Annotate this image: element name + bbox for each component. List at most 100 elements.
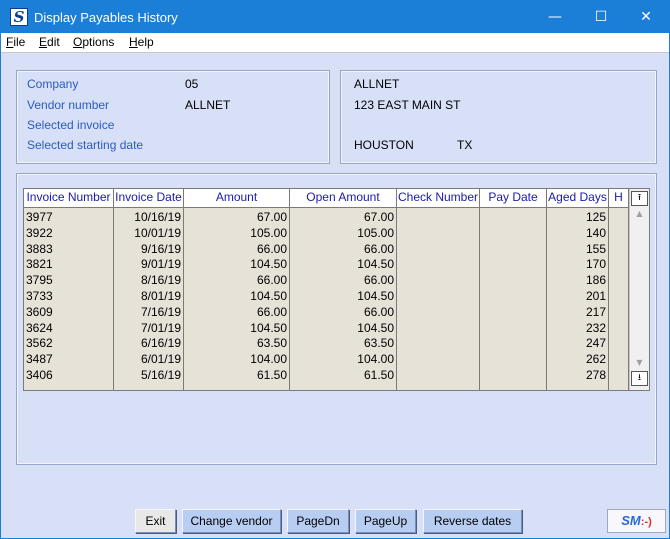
cell-pay-date [480, 209, 547, 225]
cell-check-number [397, 256, 480, 272]
cell-pay-date [480, 256, 547, 272]
cell-amount: 66.00 [256, 241, 287, 256]
cell-invoice-number: 3883 [26, 241, 53, 256]
cell-invoice-number: 3487 [26, 352, 53, 367]
table-header: Invoice Number Invoice Date Amount Open … [24, 189, 629, 208]
cell-invoice-date: 5/16/19 [140, 368, 181, 382]
cell-amount: 63.50 [256, 336, 287, 351]
table-row[interactable]: 3733 8/01/19 104.50 104.50 201 [24, 288, 629, 304]
table-row[interactable]: 3562 6/16/19 63.50 63.50 247 [24, 335, 629, 351]
menu-file[interactable]: File [6, 35, 25, 49]
scroll-up-icon[interactable]: ▲ [631, 206, 648, 221]
cell-aged-days: 170 [585, 257, 606, 272]
cell-amount: 66.00 [256, 304, 287, 319]
table-row[interactable]: 3977 10/16/19 67.00 67.00 125 [24, 209, 629, 225]
cell-invoice-number: 3795 [26, 273, 53, 288]
col-header-invoice-number[interactable]: Invoice Number [24, 189, 114, 208]
cell-pay-date [480, 335, 547, 351]
col-header-check-number[interactable]: Check Number [397, 189, 480, 208]
cell-open-amount: 66.00 [363, 273, 394, 288]
cell-check-number [397, 272, 480, 288]
cell-invoice-date: 6/16/19 [140, 336, 181, 351]
company-label: Company [27, 77, 79, 91]
table-body: 3977 10/16/19 67.00 67.00 125 3922 10/01/19 105… [24, 208, 629, 390]
cell-invoice-date: 9/01/19 [140, 257, 181, 272]
col-header-open-amount[interactable]: Open Amount [290, 189, 397, 208]
cell-pay-date [480, 288, 547, 304]
cell-pay-date [480, 304, 547, 320]
cell-pay-date [480, 272, 547, 288]
table-row[interactable]: 3609 7/16/19 66.00 66.00 217 [24, 304, 629, 320]
cell-check-number [397, 304, 480, 320]
cell-h [609, 225, 629, 241]
cell-open-amount: 104.00 [357, 352, 394, 367]
cell-open-amount: 63.50 [363, 336, 394, 351]
table-scrollbar[interactable]: ⭱ ▲ ▼ ⭳ [629, 189, 649, 390]
menu-options[interactable]: Options [73, 35, 114, 49]
cell-amount: 104.50 [250, 289, 287, 303]
cell-check-number [397, 335, 480, 351]
reverse-dates-button[interactable]: Reverse dates [423, 509, 522, 533]
cell-pay-date [480, 351, 547, 367]
close-button[interactable]: ✕ [623, 1, 669, 33]
menu-help[interactable]: Help [129, 35, 154, 49]
table-row[interactable]: 3406 5/16/19 61.50 61.50 278 [24, 367, 629, 383]
page-up-button[interactable]: PageUp [355, 509, 416, 533]
payables-history-table: Invoice Number Invoice Date Amount Open … [23, 188, 650, 391]
cell-invoice-number: 3609 [26, 304, 53, 319]
cell-invoice-number: 3821 [26, 257, 53, 272]
cell-check-number [397, 351, 480, 367]
cell-check-number [397, 288, 480, 304]
table-row[interactable]: 3883 9/16/19 66.00 66.00 155 [24, 241, 629, 257]
vendor-number-label: Vendor number [27, 98, 110, 112]
table-row[interactable]: 3922 10/01/19 105.00 105.00 140 [24, 225, 629, 241]
maximize-button[interactable]: ☐ [578, 1, 624, 33]
cell-open-amount: 67.00 [363, 210, 394, 224]
scroll-to-top-icon[interactable]: ⭱ [631, 191, 648, 206]
cell-h [609, 320, 629, 336]
cell-invoice-number: 3624 [26, 320, 53, 335]
cell-invoice-date: 6/01/19 [140, 352, 181, 367]
col-header-h[interactable]: H [609, 189, 629, 208]
cell-amount: 105.00 [250, 225, 287, 240]
window-title: Display Payables History [34, 10, 178, 25]
cell-check-number [397, 225, 480, 241]
title-bar[interactable]: S Display Payables History — ☐ ✕ [1, 1, 669, 33]
col-header-invoice-date[interactable]: Invoice Date [114, 189, 184, 208]
cell-aged-days: 125 [585, 210, 606, 224]
cell-open-amount: 66.00 [363, 304, 394, 319]
selection-info-panel: Company 05 Vendor number ALLNET Selected… [16, 70, 330, 164]
table-row[interactable]: 3795 8/16/19 66.00 66.00 186 [24, 272, 629, 288]
table-row[interactable]: 3624 7/01/19 104.50 104.50 232 [24, 320, 629, 336]
sm-logo-button[interactable]: SM:-) [607, 509, 666, 533]
vendor-state: TX [457, 138, 473, 152]
scroll-to-bottom-icon[interactable]: ⭳ [631, 371, 648, 386]
exit-button[interactable]: Exit [135, 509, 176, 533]
cell-aged-days: 140 [585, 225, 606, 240]
change-vendor-button[interactable]: Change vendor [182, 509, 281, 533]
cell-aged-days: 155 [585, 241, 606, 256]
cell-open-amount: 104.50 [357, 289, 394, 303]
cell-h [609, 351, 629, 367]
cell-h [609, 288, 629, 304]
table-row[interactable]: 3821 9/01/19 104.50 104.50 170 [24, 256, 629, 272]
cell-amount: 104.50 [250, 320, 287, 335]
col-header-pay-date[interactable]: Pay Date [480, 189, 547, 208]
selected-invoice-label: Selected invoice [27, 118, 115, 132]
cell-invoice-date: 7/16/19 [140, 304, 181, 319]
cell-invoice-date: 9/16/19 [140, 241, 181, 256]
cell-open-amount: 104.50 [357, 257, 394, 272]
scroll-down-icon[interactable]: ▼ [631, 355, 648, 370]
table-row[interactable]: 3487 6/01/19 104.00 104.00 262 [24, 351, 629, 367]
cell-h [609, 272, 629, 288]
col-header-aged-days[interactable]: Aged Days [547, 189, 609, 208]
minimize-button[interactable]: — [532, 1, 578, 33]
payables-history-window: S Display Payables History — ☐ ✕ File Ed… [0, 0, 670, 539]
cell-amount: 67.00 [256, 210, 287, 224]
menu-edit[interactable]: Edit [39, 35, 60, 49]
cell-invoice-date: 10/16/19 [134, 210, 181, 224]
page-down-button[interactable]: PageDn [287, 509, 349, 533]
cell-aged-days: 186 [585, 273, 606, 288]
cell-invoice-number: 3977 [26, 210, 53, 224]
col-header-amount[interactable]: Amount [184, 189, 290, 208]
